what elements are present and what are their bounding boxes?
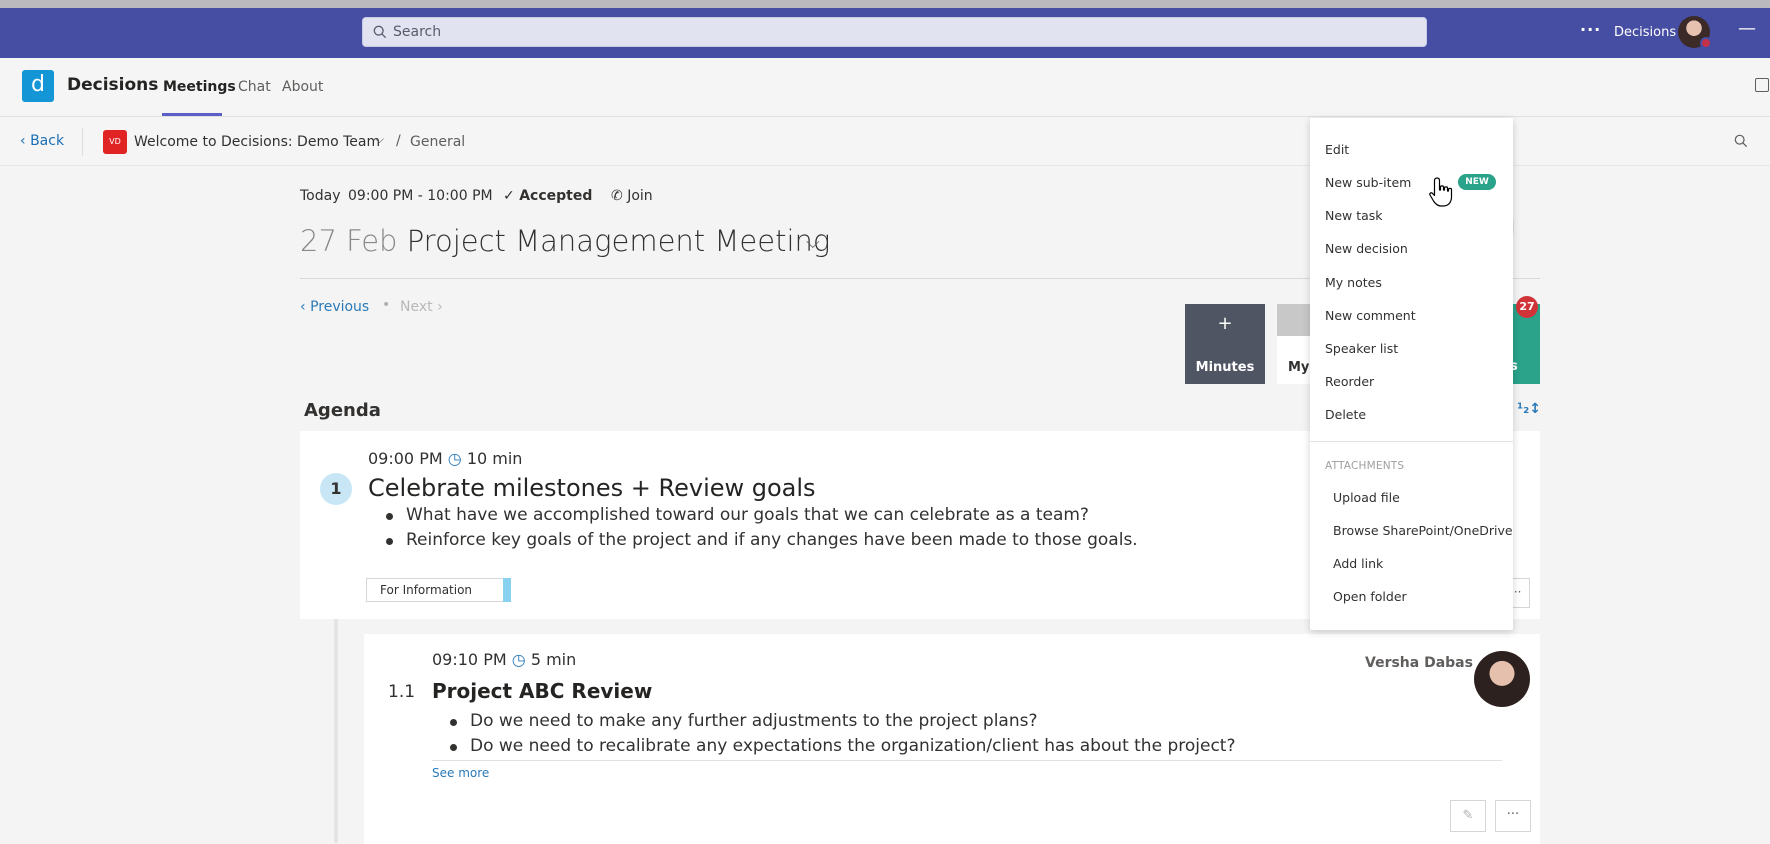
sort-numeric-icon[interactable]: ¹₂↕ bbox=[1517, 401, 1541, 417]
agenda-item-number: 1.1 bbox=[388, 682, 416, 702]
phone-icon: ✆ bbox=[611, 188, 623, 204]
minutes-label: Minutes bbox=[1195, 360, 1255, 375]
chevron-down-icon[interactable]: ⌵ bbox=[806, 232, 820, 253]
presence-status-icon bbox=[1700, 37, 1712, 49]
start-time: 09:10 PM bbox=[432, 650, 507, 669]
more-options-icon[interactable]: ··· bbox=[1580, 20, 1601, 39]
agenda-heading: Agenda bbox=[304, 400, 381, 421]
menu-item-my-notes[interactable]: My notes bbox=[1325, 275, 1382, 290]
active-tab-indicator bbox=[162, 113, 222, 116]
search-input[interactable]: Search bbox=[362, 17, 1427, 47]
menu-item-delete[interactable]: Delete bbox=[1325, 407, 1366, 422]
hand-cursor-icon bbox=[1429, 177, 1453, 207]
response-label: Accepted bbox=[519, 188, 593, 204]
menu-item-speaker-list[interactable]: Speaker list bbox=[1325, 341, 1398, 356]
search-icon[interactable] bbox=[1734, 134, 1748, 148]
user-avatar[interactable] bbox=[1678, 16, 1712, 49]
channel-name[interactable]: General bbox=[410, 134, 465, 150]
duration: 10 min bbox=[466, 449, 523, 468]
window-top-strip bbox=[0, 0, 1770, 8]
menu-item-add-link[interactable]: Add link bbox=[1333, 556, 1383, 571]
decisions-logo-icon: d bbox=[22, 70, 54, 102]
meeting-date: 27 Feb bbox=[300, 224, 398, 258]
team-name[interactable]: Welcome to Decisions: Demo Team bbox=[134, 134, 380, 150]
list-item: What have we accomplished toward our goa… bbox=[384, 503, 1138, 528]
list-item: Reinforce key goals of the project and i… bbox=[384, 528, 1138, 553]
divider bbox=[432, 760, 1502, 761]
back-label: Back bbox=[30, 133, 65, 149]
tab-meetings[interactable]: Meetings bbox=[163, 79, 236, 95]
avatar bbox=[1474, 651, 1530, 707]
teams-top-bar: Search ··· Decisions — bbox=[0, 8, 1770, 58]
join-label: Join bbox=[627, 188, 653, 204]
agenda-item-title[interactable]: Celebrate milestones + Review goals bbox=[368, 474, 816, 502]
breadcrumb-separator: / bbox=[396, 133, 401, 149]
search-icon bbox=[373, 25, 387, 39]
plus-icon: + bbox=[1217, 313, 1233, 334]
list-item: Do we need to make any further adjustmen… bbox=[448, 709, 1235, 734]
menu-item-new-comment[interactable]: New comment bbox=[1325, 308, 1416, 323]
meeting-title: Project Management Meeting bbox=[406, 224, 831, 258]
join-button[interactable]: ✆ Join bbox=[611, 188, 653, 204]
agenda-item-title[interactable]: Project ABC Review bbox=[432, 679, 652, 703]
meeting-day: Today bbox=[300, 188, 341, 204]
pencil-icon: ✎ bbox=[1462, 808, 1474, 823]
duration: 5 min bbox=[530, 650, 577, 669]
chevron-down-icon[interactable]: ⌵ bbox=[375, 132, 384, 147]
menu-item-new-decision[interactable]: New decision bbox=[1325, 241, 1408, 256]
menu-item-browse-sharepoint[interactable]: Browse SharePoint/OneDrive bbox=[1333, 523, 1513, 538]
app-header: d Decisions Meetings Chat About bbox=[0, 58, 1770, 117]
agenda-item-context-menu: Edit New sub-item NEW New task New decis… bbox=[1310, 118, 1513, 630]
response-status[interactable]: ✓ Accepted bbox=[503, 188, 592, 204]
agenda-item-time: 09:00 PM ◷ 10 min bbox=[368, 449, 522, 468]
see-more-link[interactable]: See more bbox=[432, 766, 489, 780]
back-link[interactable]: ‹ Back bbox=[20, 133, 64, 149]
my-label: My bbox=[1288, 360, 1310, 375]
agenda-item-description: Do we need to make any further adjustmen… bbox=[448, 709, 1235, 759]
menu-item-open-folder[interactable]: Open folder bbox=[1333, 589, 1407, 604]
item-type-tag[interactable]: For Information bbox=[366, 578, 511, 602]
previous-meeting-link[interactable]: ‹ Previous bbox=[300, 299, 369, 315]
count-badge: 27 bbox=[1516, 296, 1538, 318]
page-title: 27 Feb Project Management Meeting bbox=[300, 224, 830, 258]
agenda-item-time: 09:10 PM ◷ 5 min bbox=[432, 650, 576, 669]
list-item: Do we need to recalibrate any expectatio… bbox=[448, 734, 1235, 759]
agenda-item-number: 1 bbox=[320, 473, 352, 505]
current-app-name: Decisions bbox=[1614, 25, 1677, 40]
clock-icon: ◷ bbox=[447, 449, 462, 468]
divider bbox=[82, 128, 83, 156]
tab-about[interactable]: About bbox=[282, 79, 323, 95]
minimize-button[interactable]: — bbox=[1738, 18, 1756, 39]
attachments-heading: ATTACHMENTS bbox=[1325, 460, 1405, 472]
minutes-tile[interactable]: + Minutes bbox=[1185, 304, 1265, 384]
menu-item-new-sub-item[interactable]: New sub-item bbox=[1325, 175, 1411, 190]
menu-item-edit[interactable]: Edit bbox=[1325, 142, 1349, 157]
more-button[interactable]: ··· bbox=[1495, 800, 1531, 832]
new-badge: NEW bbox=[1458, 174, 1496, 190]
menu-item-new-task[interactable]: New task bbox=[1325, 208, 1383, 223]
tab-chat[interactable]: Chat bbox=[238, 79, 271, 95]
menu-item-reorder[interactable]: Reorder bbox=[1325, 374, 1374, 389]
app-title: Decisions bbox=[67, 75, 159, 95]
next-meeting-link[interactable]: Next › bbox=[400, 299, 443, 315]
previous-label: Previous bbox=[310, 299, 370, 315]
next-label: Next bbox=[400, 299, 433, 315]
meeting-time-range: 09:00 PM - 10:00 PM bbox=[348, 188, 493, 204]
presenter-name: Versha Dabas bbox=[1365, 655, 1473, 671]
divider bbox=[1310, 441, 1513, 442]
search-placeholder: Search bbox=[393, 24, 442, 40]
nav-separator: • bbox=[382, 297, 391, 313]
team-avatar: VD bbox=[103, 130, 127, 154]
start-time: 09:00 PM bbox=[368, 449, 443, 468]
popout-icon[interactable] bbox=[1755, 78, 1769, 92]
edit-button[interactable]: ✎ bbox=[1450, 800, 1486, 832]
menu-item-upload-file[interactable]: Upload file bbox=[1333, 490, 1400, 505]
check-icon: ✓ bbox=[503, 188, 515, 204]
clock-icon: ◷ bbox=[511, 650, 526, 669]
agenda-item-description: What have we accomplished toward our goa… bbox=[384, 503, 1138, 553]
